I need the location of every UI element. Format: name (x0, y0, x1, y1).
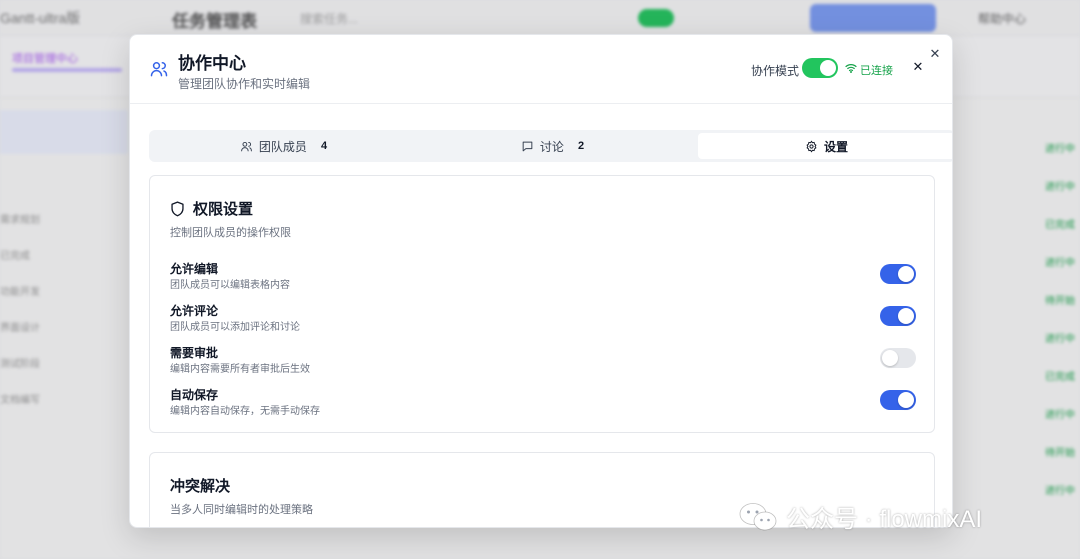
permission-allow-edit: 允许编辑 团队成员可以编辑表格内容 (170, 260, 916, 294)
collab-mode-toggle[interactable] (802, 58, 838, 78)
connection-status: 已连接 (860, 65, 893, 77)
permission-title: 允许评论 (170, 304, 219, 318)
require-approval-toggle[interactable] (880, 348, 916, 368)
shield-icon (171, 200, 184, 216)
permission-require-approval: 需要审批 编辑内容需要所有者审批后生效 (170, 344, 916, 378)
watermark-text: 公众号 · flowmixAI (786, 506, 983, 533)
permission-desc: 团队成员可以编辑表格内容 (170, 280, 290, 291)
permission-desc: 团队成员可以添加评论和讨论 (170, 322, 300, 333)
watermark: 公众号 · flowmixAI (738, 499, 982, 534)
users-icon (150, 62, 168, 77)
toggle-knob (898, 266, 914, 282)
close-icon[interactable]: ✕ (911, 60, 925, 74)
permission-title: 允许编辑 (170, 262, 219, 276)
permission-settings-title: 权限设置 (170, 198, 253, 219)
dialog-body: 团队成员 4 讨论 2 设置 权限设置 控制团队成员的操作权限 允许编辑 团队成… (130, 105, 952, 527)
permission-desc: 编辑内容自动保存，无需手动保存 (170, 406, 320, 417)
tab-label: 设置 (823, 139, 848, 154)
permission-title: 需要审批 (170, 346, 219, 360)
permission-title: 自动保存 (170, 388, 219, 402)
collab-mode-label: 协作模式 (751, 64, 800, 78)
auto-save-toggle[interactable] (880, 390, 916, 410)
gear-icon (806, 139, 817, 153)
allow-edit-toggle[interactable] (880, 264, 916, 284)
dialog-title: 协作中心 (178, 54, 246, 73)
tab-bar: 团队成员 4 讨论 2 设置 (149, 130, 952, 162)
toggle-knob (898, 308, 914, 324)
tab-label: 团队成员 (258, 139, 307, 154)
toggle-knob (898, 392, 914, 408)
permission-settings-card: 权限设置 控制团队成员的操作权限 允许编辑 团队成员可以编辑表格内容 允许评论 … (149, 175, 935, 433)
message-icon (522, 141, 533, 151)
permission-auto-save: 自动保存 编辑内容自动保存，无需手动保存 (170, 386, 916, 420)
permission-desc: 编辑内容需要所有者审批后生效 (170, 364, 310, 375)
wifi-icon (845, 64, 857, 73)
toggle-knob (820, 60, 836, 76)
card-title-text: 权限设置 (193, 201, 254, 218)
permission-settings-subtitle: 控制团队成员的操作权限 (170, 227, 291, 239)
users-icon (241, 141, 252, 151)
tab-settings[interactable]: 设置 (698, 133, 952, 159)
tab-count: 2 (577, 140, 585, 152)
dialog-subtitle: 管理团队协作和实时编辑 (178, 77, 311, 91)
collaboration-dialog: ✕ 协作中心 管理团队协作和实时编辑 协作模式 已连接 ✕ 团队成员 4 讨论 … (129, 34, 953, 528)
tab-count: 4 (320, 140, 328, 152)
dialog-header: 协作中心 管理团队协作和实时编辑 协作模式 已连接 ✕ (130, 35, 952, 104)
toggle-knob (882, 350, 898, 366)
tab-label: 讨论 (539, 139, 564, 154)
tab-team-members[interactable]: 团队成员 4 (149, 133, 418, 159)
tab-discussion[interactable]: 讨论 2 (418, 133, 687, 159)
permission-allow-comment: 允许评论 团队成员可以添加评论和讨论 (170, 302, 916, 336)
allow-comment-toggle[interactable] (880, 306, 916, 326)
wechat-logo-icon (739, 502, 777, 530)
conflict-resolution-title: 冲突解决 (170, 478, 231, 495)
conflict-resolution-subtitle: 当多人同时编辑时的处理策略 (170, 504, 313, 516)
